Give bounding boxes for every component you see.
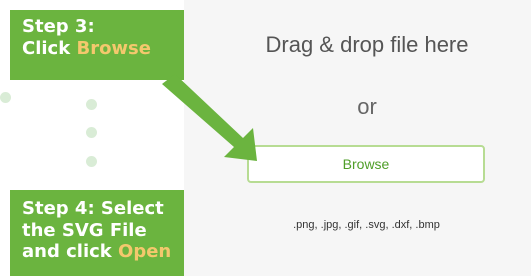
step-4-line-3: and click Open — [22, 241, 172, 263]
step-3-instruction-prefix: Click — [22, 37, 77, 59]
step-4-highlight: Open — [118, 241, 172, 263]
or-label: or — [357, 94, 377, 119]
step-4-line-1: Step 4: Select — [22, 198, 164, 219]
step-connector-dot-icon — [86, 99, 97, 110]
step-4-line-2: the SVG File — [22, 219, 147, 241]
step-connector-dot-icon — [0, 92, 11, 103]
step-4-instruction-prefix: and click — [22, 241, 119, 263]
step-3-highlight: Browse — [76, 37, 151, 59]
step-4-callout: Step 4: Select the SVG File and click Op… — [10, 190, 184, 276]
step-connector-dot-icon — [86, 156, 97, 167]
drag-drop-label: Drag & drop file here — [265, 32, 469, 57]
step-3-instruction: Click Browse — [22, 38, 172, 60]
accepted-file-types: .png, .jpg, .gif, .svg, .dxf, .bmp — [293, 219, 440, 231]
step-3-callout: Step 3: Click Browse — [10, 10, 184, 80]
browse-button[interactable]: Browse — [247, 145, 485, 183]
step-connector-dot-icon — [86, 127, 97, 138]
step-3-title: Step 3: — [22, 16, 95, 37]
